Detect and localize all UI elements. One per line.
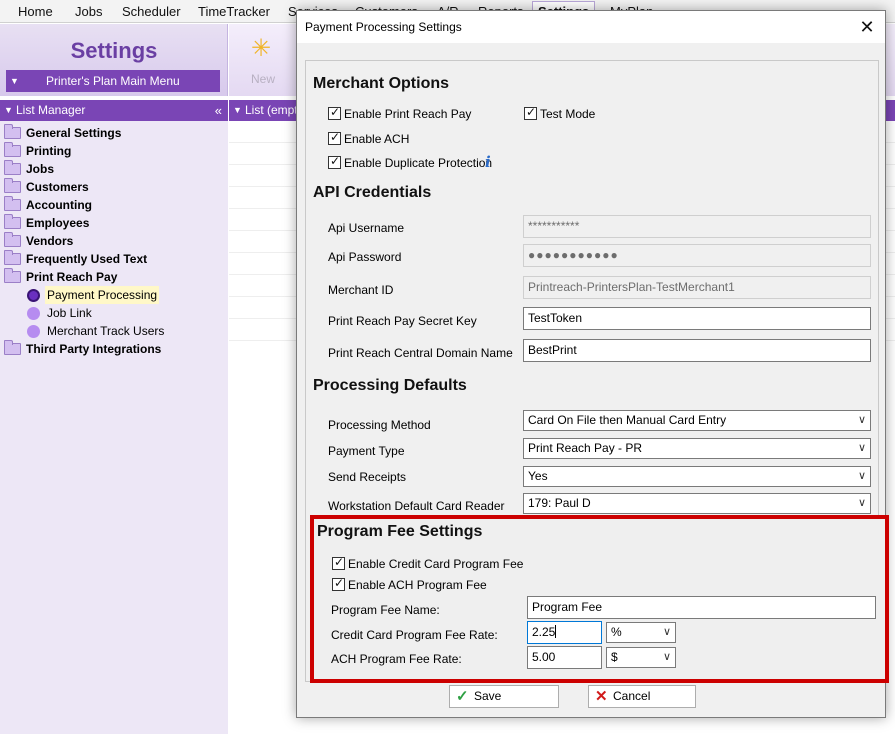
main-menu-label: Printer's Plan Main Menu — [46, 74, 180, 88]
sidebar-item-jobs[interactable]: Jobs — [4, 160, 224, 178]
merchant-id-field[interactable]: Printreach-PrintersPlan-TestMerchant1 — [523, 276, 871, 299]
sidebar-item-printing[interactable]: Printing — [4, 142, 224, 160]
folder-icon — [4, 214, 21, 229]
processing-method-label: Processing Method — [328, 418, 431, 432]
payment-type-select[interactable]: Print Reach Pay - PR ∨ — [523, 438, 871, 459]
secret-key-input[interactable]: TestToken — [523, 307, 871, 330]
folder-icon — [4, 340, 21, 355]
tab-home[interactable]: Home — [18, 0, 53, 23]
api-username-label: Api Username — [328, 221, 405, 235]
folder-icon — [4, 250, 21, 265]
processing-method-select[interactable]: Card On File then Manual Card Entry ∨ — [523, 410, 871, 431]
tab-jobs[interactable]: Jobs — [75, 0, 102, 23]
program-fee-name-label: Program Fee Name: — [331, 603, 440, 617]
program-fee-highlight: Program Fee Settings Enable Credit Card … — [310, 515, 889, 683]
chevron-down-icon: ∨ — [857, 470, 866, 482]
cancel-button[interactable]: ✕ Cancel — [588, 685, 696, 708]
cc-fee-rate-label: Credit Card Program Fee Rate: — [331, 628, 498, 642]
ach-fee-rate-input[interactable]: 5.00 — [527, 646, 602, 669]
main-menu-button[interactable]: ▼ Printer's Plan Main Menu — [6, 70, 220, 92]
domain-name-input[interactable]: BestPrint — [523, 339, 871, 362]
page-title: Settings — [70, 38, 158, 63]
dialog-titlebar: Payment Processing Settings ✕ — [297, 11, 885, 43]
chevron-down-icon: ∨ — [662, 651, 671, 663]
sidebar-item-customers[interactable]: Customers — [4, 178, 224, 196]
new-button-label[interactable]: New — [251, 72, 275, 86]
cc-fee-rate-input[interactable]: 2.25 — [527, 621, 602, 644]
checkbox-checked-icon — [328, 130, 341, 145]
chevron-down-icon: ∨ — [857, 497, 866, 509]
collapse-icon[interactable]: « — [215, 100, 222, 121]
sidebar-item-frequently-used-text[interactable]: Frequently Used Text — [4, 250, 224, 268]
send-receipts-label: Send Receipts — [328, 470, 407, 484]
checkbox-checked-icon — [524, 105, 537, 120]
payment-processing-dialog: Payment Processing Settings ✕ Merchant O… — [296, 10, 889, 718]
folder-icon — [4, 178, 21, 193]
sidebar-tree: General Settings Printing Jobs Customers… — [0, 121, 228, 734]
check-icon: ✓ — [456, 688, 469, 705]
ach-fee-rate-label: ACH Program Fee Rate: — [331, 652, 462, 666]
processing-defaults-heading: Processing Defaults — [313, 377, 467, 394]
folder-icon — [4, 196, 21, 211]
sidebar-item-general-settings[interactable]: General Settings — [4, 124, 224, 142]
folder-icon — [4, 142, 21, 157]
list-manager-label: List Manager — [16, 103, 86, 117]
chevron-down-icon: ∨ — [857, 414, 866, 426]
folder-icon — [4, 160, 21, 175]
chevron-down-icon: ∨ — [857, 442, 866, 454]
settings-header: Settings ▼ Printer's Plan Main Menu — [0, 24, 228, 96]
program-fee-name-input[interactable]: Program Fee — [527, 596, 876, 619]
dialog-title: Payment Processing Settings — [305, 20, 462, 34]
send-receipts-select[interactable]: Yes ∨ — [523, 466, 871, 487]
checkbox-checked-icon — [332, 555, 345, 570]
folder-icon — [4, 124, 21, 139]
sidebar-item-accounting[interactable]: Accounting — [4, 196, 224, 214]
api-password-label: Api Password — [328, 250, 402, 264]
new-sparkle-icon[interactable]: ✳ — [251, 34, 271, 63]
info-icon[interactable]: i — [485, 153, 491, 171]
caret-down-icon: ▼ — [10, 76, 19, 86]
close-icon[interactable]: ✕ — [855, 15, 879, 39]
card-reader-label: Workstation Default Card Reader — [328, 499, 505, 513]
checkbox-checked-icon — [328, 154, 341, 169]
merchant-options-heading: Merchant Options — [313, 75, 450, 92]
open-folder-icon — [4, 268, 21, 283]
tab-scheduler[interactable]: Scheduler — [122, 0, 181, 23]
chevron-down-icon: ∨ — [662, 626, 671, 638]
domain-name-label: Print Reach Central Domain Name — [328, 346, 513, 360]
caret-down-icon: ▼ — [233, 105, 242, 115]
node-icon — [27, 325, 40, 338]
sidebar-item-job-link[interactable]: Job Link — [27, 304, 222, 322]
api-username-field[interactable]: *********** — [523, 215, 871, 238]
payment-type-label: Payment Type — [328, 444, 405, 458]
program-fee-heading: Program Fee Settings — [317, 523, 483, 540]
save-button[interactable]: ✓ Save — [449, 685, 559, 708]
merchant-id-label: Merchant ID — [328, 283, 394, 297]
sidebar-item-employees[interactable]: Employees — [4, 214, 224, 232]
selected-node-icon — [27, 289, 40, 302]
card-reader-select[interactable]: 179: Paul D ∨ — [523, 493, 871, 514]
dialog-body: Merchant Options Enable Print Reach Pay … — [305, 60, 889, 683]
list-manager-bar: ▼ List Manager « — [0, 100, 228, 121]
api-credentials-heading: API Credentials — [313, 184, 432, 201]
node-icon — [27, 307, 40, 320]
sidebar-item-third-party-integrations[interactable]: Third Party Integrations — [4, 340, 224, 358]
sidebar-item-vendors[interactable]: Vendors — [4, 232, 224, 250]
checkbox-checked-icon — [328, 105, 341, 120]
ach-fee-unit-select[interactable]: $ ∨ — [606, 647, 676, 668]
folder-icon — [4, 232, 21, 247]
sidebar-item-payment-processing[interactable]: Payment Processing — [27, 286, 222, 304]
api-password-field[interactable]: ●●●●●●●●●●● — [523, 244, 871, 267]
text-cursor — [555, 625, 557, 638]
checkbox-checked-icon — [332, 576, 345, 591]
tab-timetracker[interactable]: TimeTracker — [198, 0, 270, 23]
x-icon: ✕ — [595, 688, 608, 705]
sidebar-item-merchant-track-users[interactable]: Merchant Track Users — [27, 322, 222, 340]
secret-key-label: Print Reach Pay Secret Key — [328, 314, 477, 328]
cc-fee-unit-select[interactable]: % ∨ — [606, 622, 676, 643]
sidebar-item-print-reach-pay[interactable]: Print Reach Pay — [4, 268, 224, 286]
caret-down-icon: ▼ — [4, 105, 13, 115]
